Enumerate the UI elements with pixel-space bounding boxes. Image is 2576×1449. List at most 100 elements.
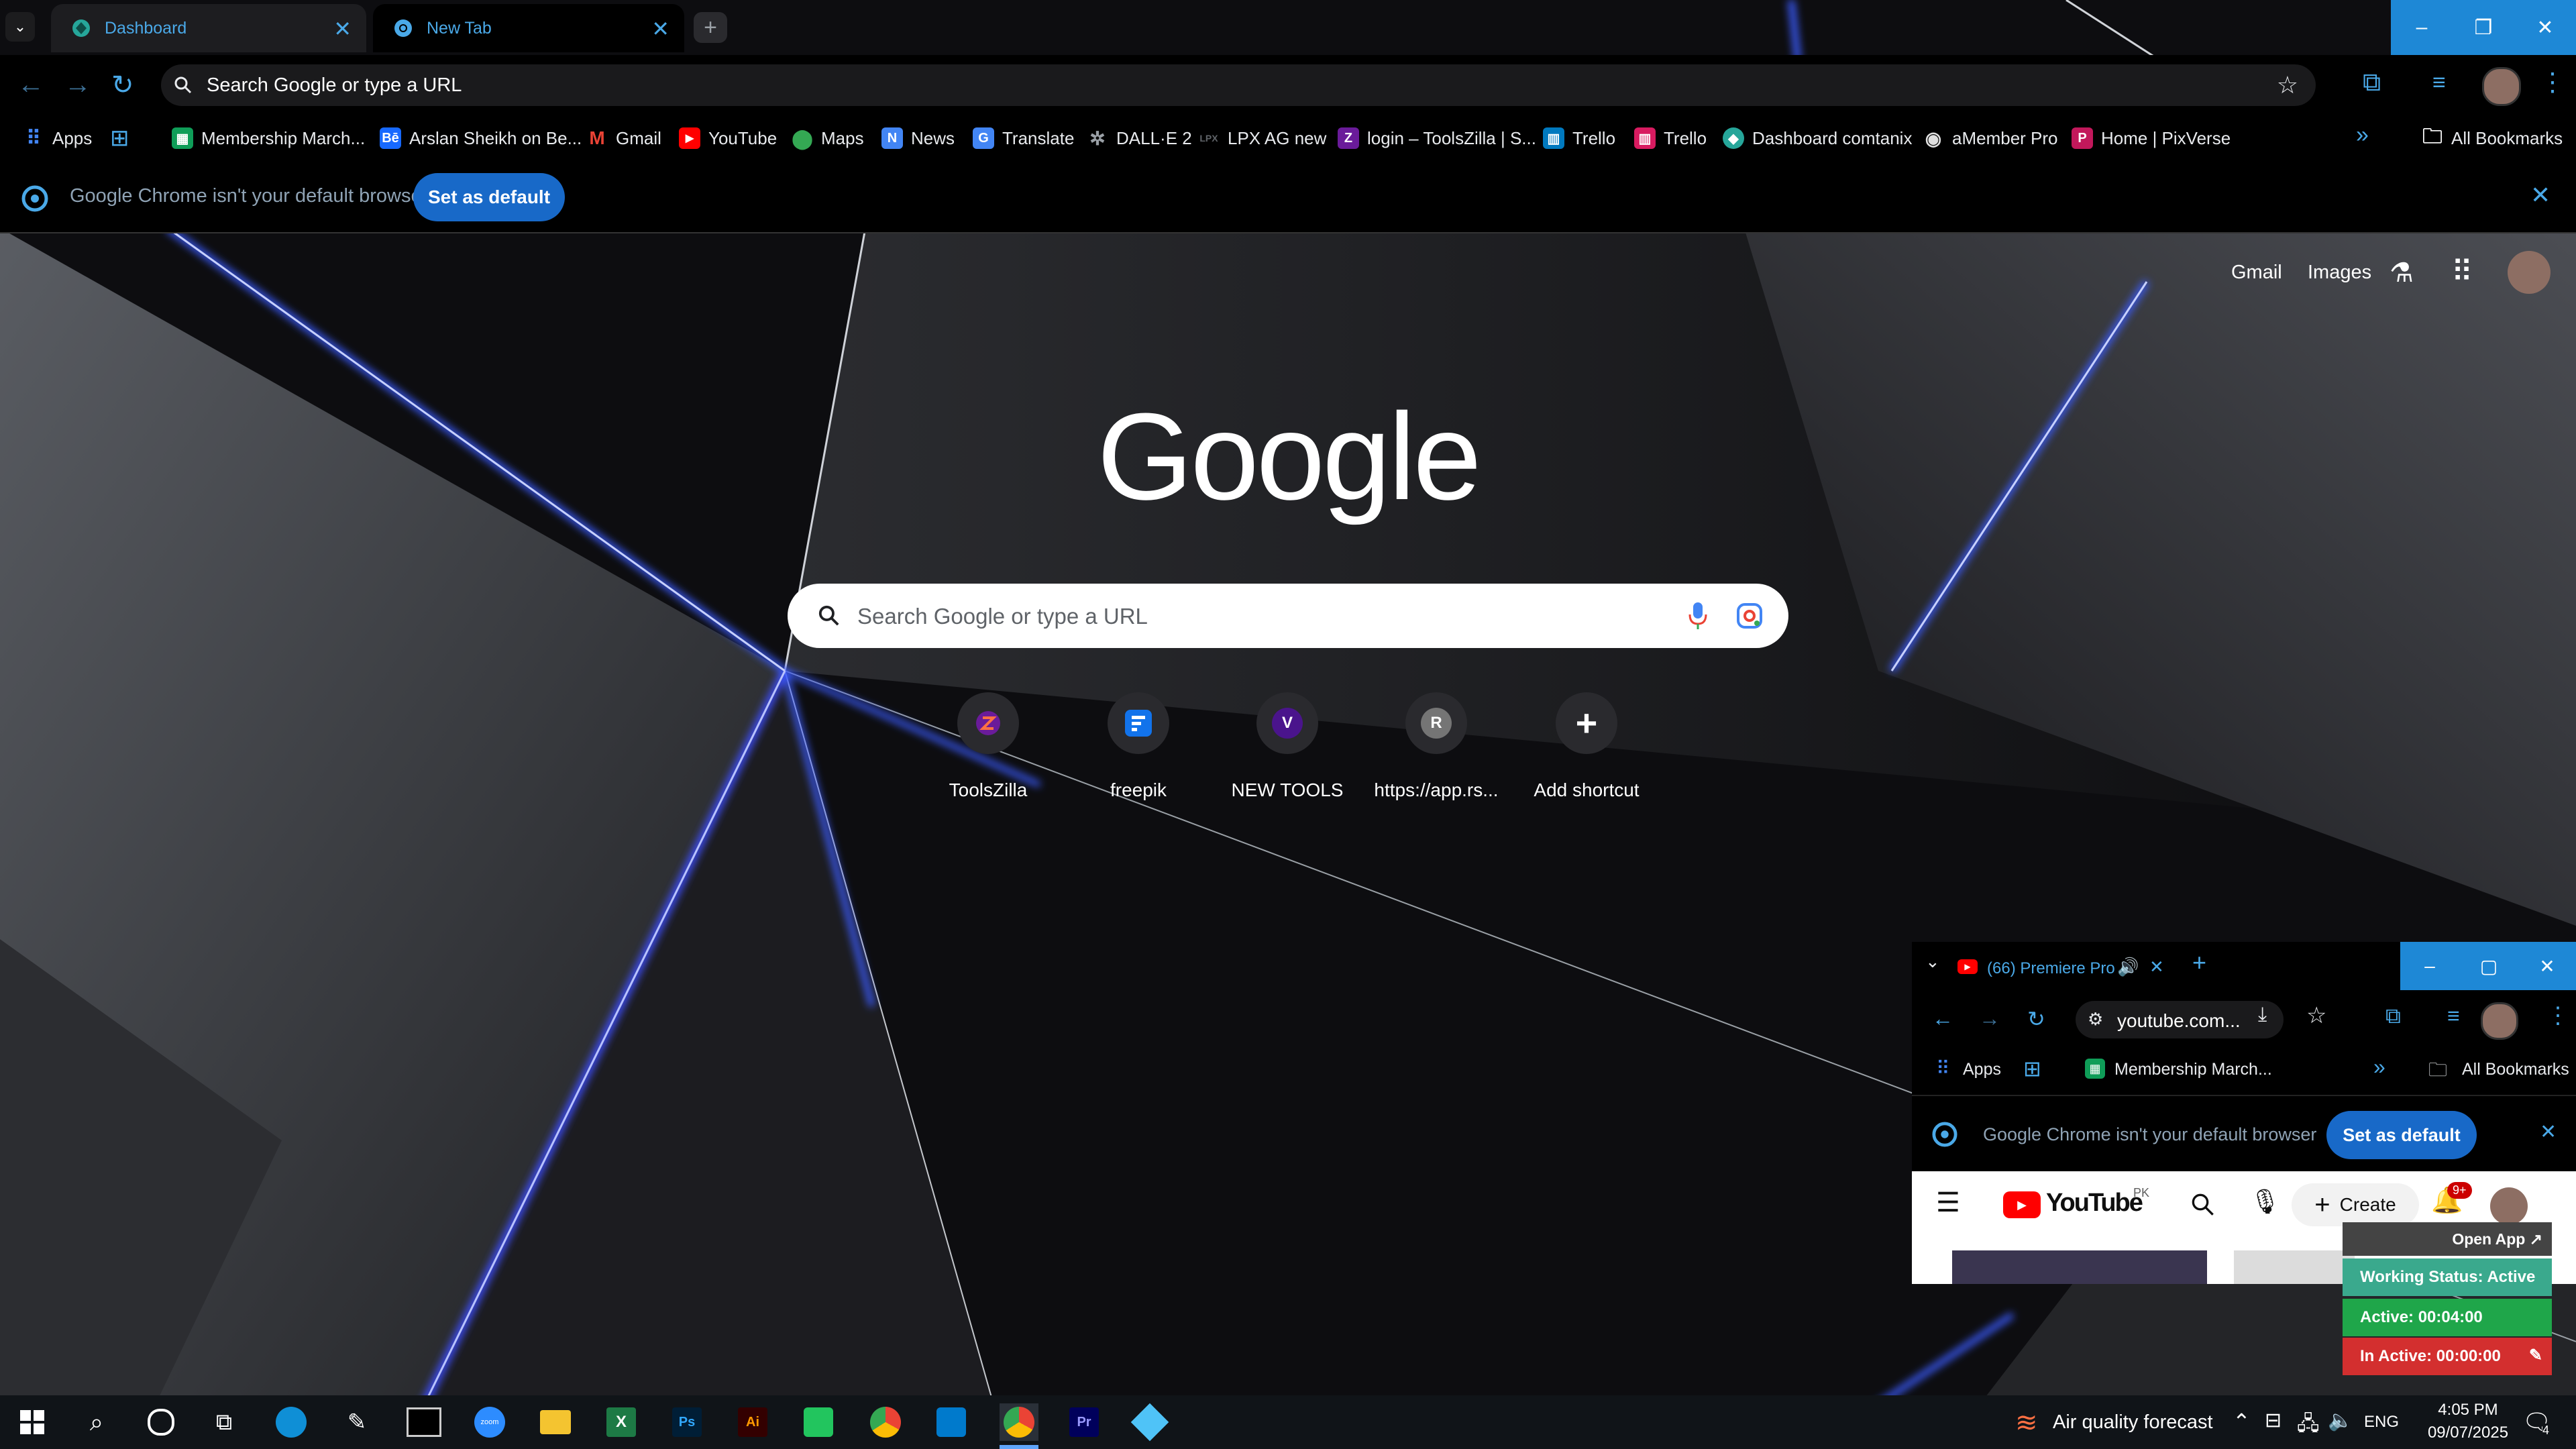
bookmark-news[interactable]: N News <box>881 123 955 153</box>
bookmark-star-icon[interactable]: ☆ <box>2306 1002 2326 1029</box>
pen-tool-icon[interactable]: ✎ <box>338 1403 376 1441</box>
bookmark-trello-1[interactable]: ▥ Trello <box>1543 123 1615 153</box>
bookmarks-overflow-icon[interactable]: » <box>2356 122 2369 148</box>
tab-search-chevron-icon[interactable]: ⌄ <box>1925 951 1940 972</box>
windows-start-icon[interactable] <box>13 1403 51 1441</box>
youtube-logo-text[interactable]: YouTube <box>2046 1189 2143 1218</box>
volume-icon[interactable]: 🔈 <box>2328 1409 2353 1432</box>
tab-groups-icon[interactable]: ⊞ <box>110 125 129 152</box>
microphone-icon[interactable] <box>1686 600 1709 632</box>
minimize-button[interactable]: – <box>2400 942 2459 990</box>
edit-pencil-icon[interactable]: ✎ <box>2529 1346 2542 1365</box>
bookmark-trello-2[interactable]: ▥ Trello <box>1634 123 1707 153</box>
terminal-icon[interactable] <box>405 1403 443 1441</box>
tray-chevron-icon[interactable]: ⌃ <box>2233 1409 2251 1434</box>
bookmark-translate[interactable]: G Translate <box>973 123 1074 153</box>
cortana-icon[interactable] <box>142 1403 180 1441</box>
tab-close-icon[interactable]: ✕ <box>651 16 669 42</box>
premiere-pro-icon[interactable]: Pr <box>1065 1403 1103 1441</box>
menu-kebab-icon[interactable]: ⋮ <box>2540 67 2565 97</box>
create-button[interactable]: + Create <box>2292 1183 2419 1226</box>
tab-close-icon[interactable]: ✕ <box>2149 957 2164 977</box>
bookmarks-overflow-icon[interactable]: » <box>2373 1055 2385 1079</box>
video-thumbnail[interactable] <box>2234 1250 2355 1284</box>
profile-avatar[interactable] <box>2482 67 2521 106</box>
chrome-icon[interactable] <box>867 1403 904 1441</box>
bookmark-comtanix[interactable]: ◆ Dashboard comtanix <box>1723 123 1912 153</box>
phone-link-icon[interactable] <box>800 1403 837 1441</box>
clock-date[interactable]: 09/07/2025 <box>2418 1424 2518 1442</box>
open-app-button[interactable]: Open App ↗ <box>2343 1222 2552 1256</box>
google-apps-grid-icon[interactable]: ⠿ <box>2451 255 2473 289</box>
extensions-icon[interactable]: ⧉ <box>2385 1004 2401 1029</box>
reload-icon[interactable]: ↻ <box>2027 1006 2045 1032</box>
taskbar-search-icon[interactable]: ⌕ <box>78 1403 115 1441</box>
profile-avatar[interactable] <box>2481 1002 2518 1040</box>
google-lens-icon[interactable] <box>1735 601 1764 631</box>
shortcut-new-tools[interactable]: V NEW TOOLS <box>1213 692 1362 801</box>
zoom-icon[interactable]: zoom <box>471 1403 508 1441</box>
install-app-icon[interactable]: ⤓ <box>2258 1004 2267 1026</box>
menu-kebab-icon[interactable]: ⋮ <box>2546 1002 2569 1029</box>
comtanix-app-icon[interactable] <box>1130 1403 1169 1442</box>
illustrator-icon[interactable]: Ai <box>734 1403 771 1441</box>
tab-close-icon[interactable]: ✕ <box>333 16 352 42</box>
bookmark-membership[interactable]: ▦ Membership March... <box>172 123 365 153</box>
bookmark-apps[interactable]: ⠿ Apps <box>23 123 92 153</box>
maximize-button[interactable]: ▢ <box>2459 942 2518 990</box>
shortcut-toolszilla[interactable]: ToolsZilla <box>914 692 1063 801</box>
infobar-close-icon[interactable]: ✕ <box>2540 1120 2557 1144</box>
tab-new-tab[interactable]: New Tab ✕ <box>373 4 684 52</box>
bookmark-star-icon[interactable]: ☆ <box>2277 71 2298 99</box>
close-window-button[interactable]: ✕ <box>2514 0 2576 55</box>
clock-time[interactable]: 4:05 PM <box>2431 1401 2505 1419</box>
site-info-icon[interactable]: ⚙ <box>2088 1009 2103 1030</box>
edge-icon[interactable] <box>272 1403 310 1441</box>
mini-address-bar[interactable]: ⚙ youtube.com... <box>2076 1001 2284 1038</box>
bookmark-apps[interactable]: Apps <box>1963 1060 2001 1079</box>
weather-text[interactable]: Air quality forecast <box>2053 1411 2213 1434</box>
microphone-icon[interactable]: 🎙 <box>2250 1187 2281 1216</box>
all-bookmarks-button[interactable]: All Bookmarks <box>2462 1060 2569 1079</box>
images-link[interactable]: Images <box>2308 262 2371 284</box>
minimize-button[interactable]: – <box>2391 0 2453 55</box>
bookmark-toolszilla[interactable]: Z login – ToolsZilla | S... <box>1338 123 1536 153</box>
bookmark-youtube[interactable]: ▶ YouTube <box>679 123 777 153</box>
media-queue-icon[interactable]: ≡ <box>2447 1004 2460 1028</box>
language-indicator[interactable]: ENG <box>2364 1413 2399 1432</box>
restore-button[interactable]: ❐ <box>2453 0 2514 55</box>
excel-icon[interactable]: X <box>602 1403 640 1441</box>
youtube-avatar[interactable] <box>2490 1187 2528 1225</box>
hamburger-menu-icon[interactable]: ☰ <box>1936 1187 1960 1218</box>
reload-icon[interactable]: ↻ <box>111 70 134 101</box>
bookmark-dalle[interactable]: ✲ DALL·E 2 <box>1087 123 1191 153</box>
bookmark-membership[interactable]: Membership March... <box>2114 1060 2272 1079</box>
new-tab-button[interactable]: + <box>694 12 727 43</box>
close-window-button[interactable]: ✕ <box>2518 942 2576 990</box>
bookmark-maps[interactable]: ⬤ Maps <box>792 123 863 153</box>
vscode-icon[interactable] <box>932 1403 970 1441</box>
network-icon[interactable]: 🖧 <box>2297 1409 2319 1443</box>
bookmark-amember[interactable]: ◉ aMember Pro <box>1923 123 2058 153</box>
task-view-icon[interactable]: ⧉ <box>205 1403 243 1441</box>
all-bookmarks-button[interactable]: 🗀 All Bookmarks <box>2422 123 2563 153</box>
back-arrow-icon[interactable]: ← <box>17 70 44 100</box>
back-arrow-icon[interactable]: ← <box>1932 1006 1953 1031</box>
labs-flask-icon[interactable]: ⚗ <box>2390 258 2414 288</box>
new-tab-button[interactable]: + <box>2192 949 2206 977</box>
file-explorer-icon[interactable] <box>537 1403 574 1441</box>
bookmark-behance[interactable]: Bē Arslan Sheikh on Be... <box>380 123 582 153</box>
address-bar[interactable]: Search Google or type a URL ☆ <box>161 64 2316 106</box>
search-icon[interactable] <box>2190 1191 2216 1218</box>
ntp-search-box[interactable]: Search Google or type a URL <box>788 584 1788 648</box>
set-as-default-button[interactable]: Set as default <box>2326 1111 2477 1159</box>
add-shortcut-button[interactable]: + Add shortcut <box>1512 692 1661 801</box>
gmail-link[interactable]: Gmail <box>2231 262 2282 284</box>
photoshop-icon[interactable]: Ps <box>668 1403 706 1441</box>
chrome-active-icon[interactable] <box>1000 1403 1038 1441</box>
mini-tab-youtube[interactable]: ▶ (66) Premiere Pro Full Cour... 🔊 ✕ <box>1948 947 2176 993</box>
weather-icon[interactable]: ≋ <box>2015 1407 2038 1438</box>
media-queue-icon[interactable]: ≡ <box>2432 70 2446 96</box>
tab-dashboard[interactable]: Dashboard ✕ <box>51 4 366 52</box>
bookmark-lpx[interactable]: LPX LPX AG new <box>1198 123 1326 153</box>
